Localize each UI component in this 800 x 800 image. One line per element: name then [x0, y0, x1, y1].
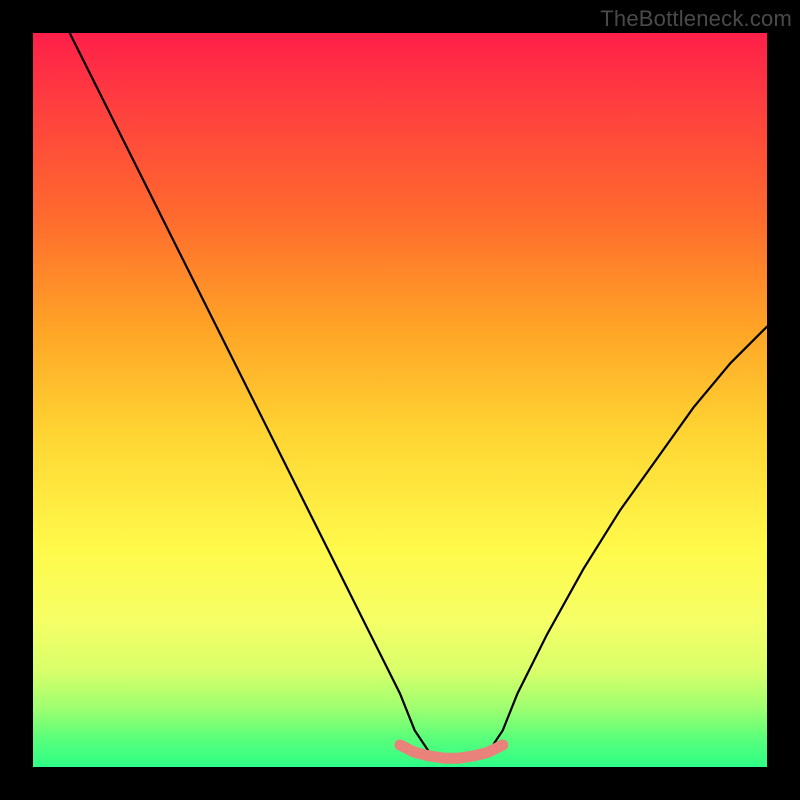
highlight-segment [400, 745, 503, 758]
plot-area [33, 33, 767, 767]
bottleneck-curve [70, 33, 767, 760]
curve-layer [33, 33, 767, 767]
watermark-text: TheBottleneck.com [600, 6, 792, 32]
chart-frame: TheBottleneck.com [0, 0, 800, 800]
